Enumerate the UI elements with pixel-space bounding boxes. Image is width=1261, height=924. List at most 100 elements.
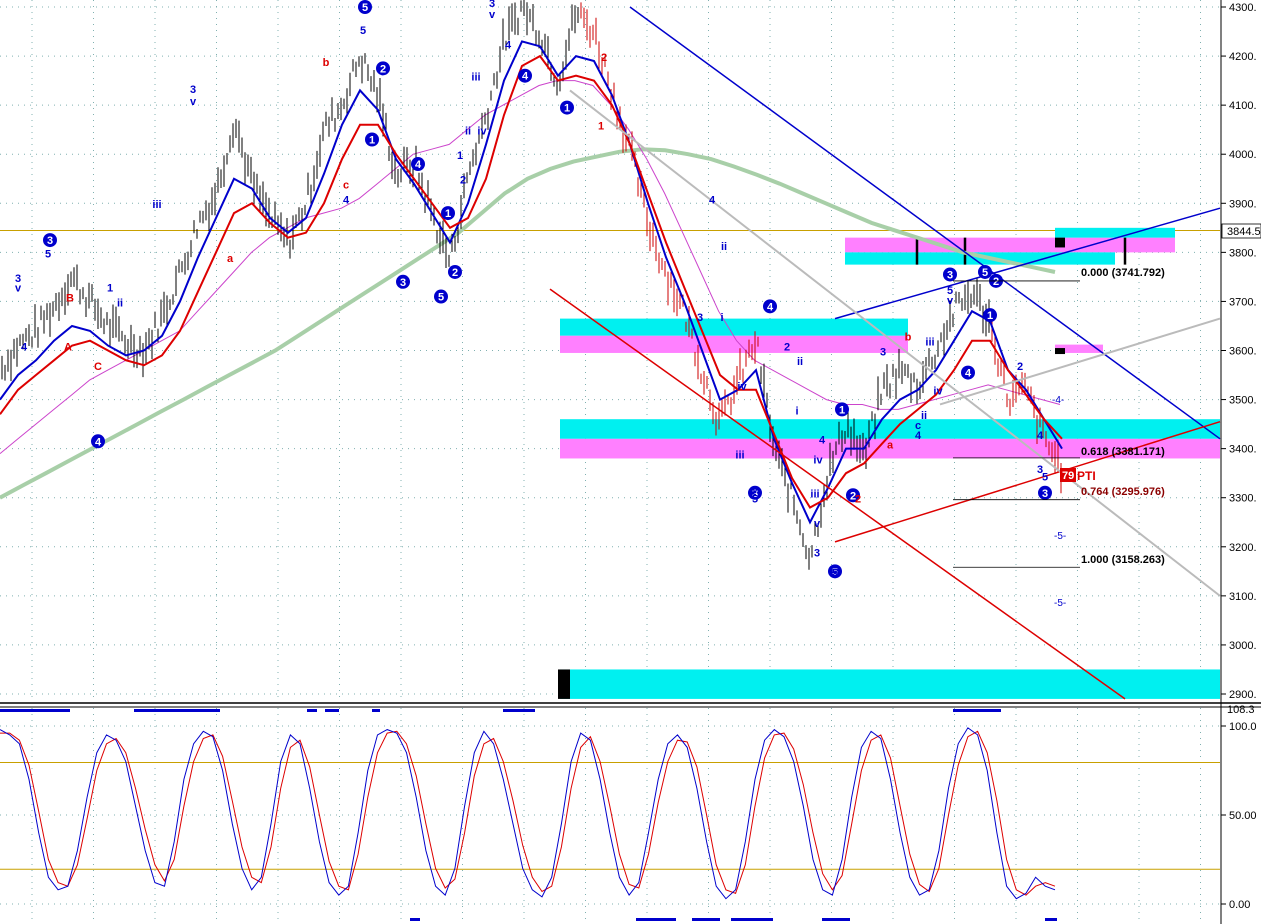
wave-label-text: 1 (107, 283, 113, 295)
osc-signal-marker (822, 918, 850, 921)
wave-label-number: 1 (987, 310, 993, 322)
wave-label-text: 2 (460, 175, 466, 187)
wave-label-text: i (720, 312, 723, 324)
wave-label-text: C (94, 361, 102, 373)
wave-label-text: 2 (784, 342, 790, 354)
projection-label-3: -4- (1052, 395, 1064, 406)
axis-tick-label: 3500. (1229, 395, 1257, 407)
osc-signal-marker (307, 709, 317, 712)
pti-number: 79 (1062, 470, 1074, 482)
chart-canvas: 345214312541431253 521433v45BAC1ii3viiiab… (0, 0, 1261, 924)
wave-label-text: 1 (457, 150, 463, 162)
wave-label-number: 3 (400, 277, 406, 289)
wave-label-number: 2 (993, 276, 999, 288)
axis-tick-label: 3700. (1229, 296, 1257, 308)
wave-label-text: b (905, 332, 912, 344)
wave-label-text: ii (117, 297, 123, 309)
last-price-label: 3844.5 (1227, 226, 1261, 238)
wave-label-text: iv (477, 126, 487, 138)
zone-marker-block (558, 669, 570, 699)
wave-label-text: a (887, 440, 894, 452)
osc-signal-marker (325, 709, 339, 712)
osc-signal-marker (134, 709, 220, 712)
wave-label-text: iv (737, 381, 747, 393)
wave-label-text: ii (721, 241, 727, 253)
wave-label-number: 3 (1042, 488, 1048, 500)
osc-signal-marker (692, 918, 720, 921)
wave-label-text: ii (465, 126, 471, 138)
wave-label-text: 5 (1042, 472, 1048, 484)
fib-level-1000: 1.000 (3158.263) (1081, 554, 1165, 566)
axis-tick-label: 4300. (1229, 2, 1257, 14)
osc-signal-marker (372, 709, 380, 712)
wave-label-text: iii (735, 449, 744, 461)
wave-label-text: 5 (360, 25, 366, 37)
oscillator-axis: 100.0 50.00 0.00 (1221, 721, 1257, 911)
wave-label-text: ii (921, 410, 927, 422)
axis-tick-label: 3400. (1229, 444, 1257, 456)
wave-label-text: iv (933, 386, 943, 398)
osc-axis-tick-label: 0.00 (1229, 899, 1250, 911)
axis-tick-label: 3000. (1229, 640, 1257, 652)
osc-signal-marker (0, 709, 70, 712)
wave-label-number: 4 (767, 301, 774, 313)
wave-label-text: iii (152, 199, 161, 211)
axis-tick-label: 3300. (1229, 493, 1257, 505)
wave-label-text: 4 (915, 430, 922, 442)
fib-level-0618: 0.618 (3381.171) (1081, 446, 1165, 458)
wave-label-text: 4 (505, 40, 512, 52)
wave-label-number: 1 (839, 404, 845, 416)
wave-label-text: c (343, 180, 349, 192)
wave-label-text: B (66, 292, 74, 304)
wave-label-text: iii (925, 337, 934, 349)
fib-level-0764: 0.764 (3295.976) (1081, 486, 1165, 498)
zone-block (1055, 348, 1065, 355)
wave-label-text: 3 (814, 548, 820, 560)
wave-label-text: a (227, 253, 234, 265)
axis-tick-label: 3600. (1229, 346, 1257, 358)
pti-label: PTI (1077, 469, 1096, 483)
wave-label-number: 4 (522, 71, 529, 83)
osc-signal-marker (503, 709, 535, 712)
axis-tick-label: 3900. (1229, 198, 1257, 210)
wave-label-text: iii (471, 72, 480, 84)
axis-tick-label: 4200. (1229, 51, 1257, 63)
wave-label-text: 4 (21, 342, 28, 354)
wave-label-text: 5 (752, 494, 758, 506)
wave-label-text: 4 (819, 435, 826, 447)
wave-label-number: 2 (452, 267, 458, 279)
axis-tick-label: 3800. (1229, 247, 1257, 259)
wave-label-text: 1 (598, 121, 604, 133)
pti-badge: 79 PTI (1060, 468, 1096, 483)
osc-axis-tick-label: 100.0 (1229, 721, 1257, 733)
axis-tick-label: 2900. (1229, 689, 1257, 701)
wave-label-number: 4 (95, 436, 102, 448)
wave-label-text: 5 (832, 567, 838, 579)
osc-signal-marker (731, 918, 773, 921)
wave-label-text: v (947, 295, 954, 307)
zone-cyan-bottom (560, 669, 1220, 699)
wave-label-number: 2 (380, 63, 386, 75)
wave-label-text: v (15, 283, 22, 295)
wave-label-text: 4 (709, 194, 716, 206)
wave-label-text: 2 (601, 52, 607, 64)
wave-label-text: A (64, 342, 72, 354)
wave-label-number: 4 (965, 368, 972, 380)
axis-tick-label: 3100. (1229, 591, 1257, 603)
wave-label-text: iv (813, 454, 823, 466)
axis-tick-label: 4000. (1229, 149, 1257, 161)
wave-label-text: v (190, 96, 197, 108)
wave-label-text: 2 (855, 494, 861, 506)
projection-label-1: -5- (1054, 531, 1066, 542)
wave-label-number: 5 (362, 2, 368, 14)
wave-label-number: 1 (564, 103, 570, 115)
osc-signal-marker (1045, 918, 1057, 921)
wave-label-number: 5 (438, 292, 444, 304)
wave-label-text: 3 (880, 346, 886, 358)
projection-label-2: -5- (1054, 598, 1066, 609)
wave-label-number: 1 (369, 134, 375, 146)
osc-axis-tick-label: 50.00 (1229, 810, 1257, 822)
wave-label-number: 1 (445, 208, 451, 220)
wave-label-text: 4 (1037, 430, 1044, 442)
osc-signal-marker (953, 709, 1001, 712)
